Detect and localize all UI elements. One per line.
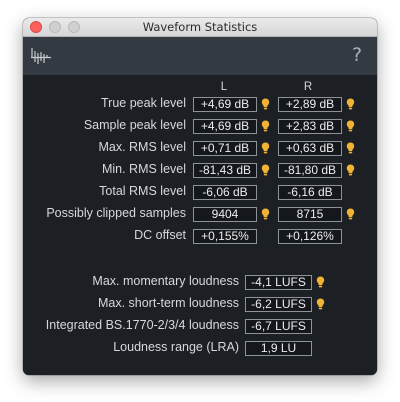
clip-indicator-icon [261,120,270,132]
left-channel-value: +4,69 dB [193,97,257,112]
stat-row-6: DC offset [23,228,186,244]
loudness-value: -6,7 LUFS [245,319,312,334]
clip-indicator-icon [261,142,270,154]
stat-row-0: True peak level [23,96,186,112]
statistics-panel: L R True peak level +4,69 dB +2,89 dB Sampl… [23,75,377,375]
left-channel-value: +0,155% [193,229,257,244]
right-channel-value: -81,80 dB [278,163,342,178]
clip-indicator-icon [346,208,355,220]
clip-indicator-icon [346,98,355,110]
loudness-row-1: Max. short-term loudness [23,296,239,312]
clip-indicator-icon [316,298,325,310]
left-channel-value: -6,06 dB [193,185,257,200]
stat-row-5: Possibly clipped samples [23,206,186,222]
stat-label: DC offset [134,228,186,242]
stat-label: Possibly clipped samples [46,206,186,220]
right-channel-value: +0,126% [278,229,342,244]
loudness-row-3: Loudness range (LRA) [23,340,239,356]
clip-indicator-icon [261,164,270,176]
right-channel-value: +2,83 dB [278,119,342,134]
waveform-statistics-window: Waveform Statistics ? L R True peak leve… [23,18,377,375]
toolbar: ? [23,37,377,75]
loudness-label: Max. momentary loudness [92,274,239,288]
stat-label: Sample peak level [83,118,186,132]
column-header-right: R [303,81,313,93]
loudness-value: -6,2 LUFS [245,297,312,312]
stat-row-1: Sample peak level [23,118,186,134]
clip-indicator-icon [261,98,270,110]
loudness-row-2: Integrated BS.1770-2/3/4 loudness [23,318,239,334]
clip-indicator-icon [346,120,355,132]
clip-indicator-icon [346,164,355,176]
stat-row-2: Max. RMS level [23,140,186,156]
right-channel-value: 8715 [278,207,342,222]
stat-label: Min. RMS level [101,162,186,176]
right-channel-value: -6,16 dB [278,185,342,200]
loudness-value: -4,1 LUFS [245,275,312,290]
stat-label: Total RMS level [99,184,186,198]
window-title: Waveform Statistics [142,20,258,34]
stat-row-4: Total RMS level [23,184,186,200]
right-channel-value: +0,63 dB [278,141,342,156]
left-channel-value: +0,71 dB [193,141,257,156]
stat-row-3: Min. RMS level [23,162,186,178]
left-channel-value: +4,69 dB [193,119,257,134]
waveform-icon[interactable] [30,45,52,67]
right-channel-value: +2,89 dB [278,97,342,112]
clip-indicator-icon [346,142,355,154]
loudness-value: 1,9 LU [245,341,312,356]
loudness-label: Max. short-term loudness [97,296,239,310]
loudness-label: Integrated BS.1770-2/3/4 loudness [45,318,239,332]
left-channel-value: 9404 [193,207,257,222]
stat-label: True peak level [101,96,186,110]
clip-indicator-icon [316,276,325,288]
column-header-left: L [220,81,228,93]
loudness-label: Loudness range (LRA) [113,340,239,354]
left-channel-value: -81,43 dB [193,163,257,178]
clip-indicator-icon [261,208,270,220]
title-bar[interactable]: Waveform Statistics [23,18,377,37]
stat-label: Max. RMS level [98,140,186,154]
help-button[interactable]: ? [349,44,365,66]
loudness-row-0: Max. momentary loudness [23,274,239,290]
